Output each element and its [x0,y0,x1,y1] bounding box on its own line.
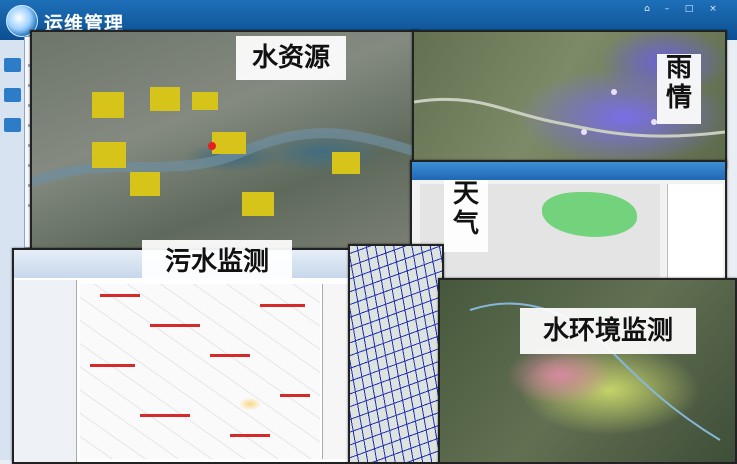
water-environment-map-panel[interactable] [438,278,737,464]
station-label-markers [92,87,360,216]
toolbar-data-icon[interactable] [4,118,21,132]
weather-side-panel [667,184,723,280]
toolbar-layer-icon[interactable] [4,88,21,102]
water-environment-monitoring-label: 水环境监测 [520,308,696,354]
toolbar-map-icon[interactable] [4,58,21,72]
water-resources-map-panel[interactable] [30,30,419,250]
sewage-layer-tree [14,280,77,462]
water-resources-label: 水资源 [236,36,346,80]
sewage-map [80,284,320,459]
weather-window-header [412,162,725,180]
home-icon[interactable]: ⌂ [642,4,652,14]
sewage-monitoring-label: 污水监测 [142,240,292,284]
maximize-icon[interactable]: □ [684,4,694,14]
close-icon[interactable]: × [708,4,718,14]
weather-label: 天气 [444,179,488,252]
water-resources-map [32,87,417,216]
sewage-point-markers [90,294,310,437]
rainfall-label: 雨情 [657,53,701,124]
pipe-network-map-panel[interactable] [348,244,444,464]
minimize-icon[interactable]: – [662,4,672,14]
